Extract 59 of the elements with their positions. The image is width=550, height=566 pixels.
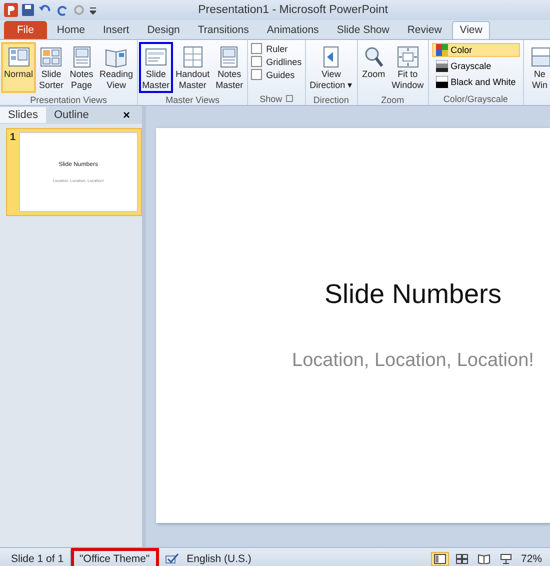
ribbon-tab[interactable]: Home bbox=[48, 21, 93, 39]
ribbon-button[interactable]: Fit to Window bbox=[388, 42, 427, 93]
group-label: Color/Grayscale bbox=[443, 94, 508, 104]
checkbox[interactable] bbox=[251, 56, 262, 67]
redo-icon[interactable] bbox=[56, 4, 68, 16]
window-title: Presentation1 - Microsoft PowerPoint bbox=[197, 4, 389, 16]
slide-number: 1 bbox=[10, 132, 16, 145]
language-status[interactable]: English (U.S.) bbox=[178, 551, 260, 566]
zoom-level[interactable]: 72% bbox=[514, 553, 548, 565]
status-text: "Office Theme" bbox=[70, 548, 159, 566]
sorter-icon bbox=[39, 45, 64, 69]
checkbox[interactable] bbox=[251, 69, 262, 80]
checkbox-label: Guides bbox=[266, 70, 295, 80]
checkbox[interactable] bbox=[251, 43, 262, 54]
ribbon-tab[interactable]: Review bbox=[399, 21, 450, 39]
checkbox-label: Gridlines bbox=[266, 56, 302, 66]
pane-tab[interactable]: Outline bbox=[46, 107, 97, 123]
save-icon[interactable] bbox=[22, 4, 34, 16]
fit-icon bbox=[396, 45, 420, 69]
ribbon-tab[interactable]: View bbox=[452, 21, 490, 39]
group-label: Presentation Views bbox=[30, 94, 107, 104]
file-tab[interactable]: File bbox=[4, 21, 47, 39]
ribbon-tab[interactable]: Animations bbox=[258, 21, 327, 39]
color-mode-button[interactable]: Color bbox=[432, 43, 520, 57]
ribbon-tab[interactable]: Design bbox=[139, 21, 188, 39]
group-label: Direction bbox=[313, 94, 349, 104]
ribbon-button[interactable]: Slide Master bbox=[139, 42, 173, 93]
ribbon-tab[interactable]: Insert bbox=[94, 21, 138, 39]
color-mode-button[interactable]: Grayscale bbox=[432, 59, 520, 73]
slide-title: Slide Numbers bbox=[324, 279, 502, 310]
ribbon-button[interactable]: Reading View bbox=[96, 42, 136, 93]
normal-icon bbox=[6, 45, 30, 69]
ribbon-tab[interactable]: Slide Show bbox=[328, 21, 398, 39]
app-logo-icon bbox=[4, 3, 18, 17]
pane-tab[interactable]: Slides bbox=[0, 107, 46, 123]
ribbon-button[interactable]: View Direction ▾ bbox=[306, 42, 356, 93]
dialog-launcher-icon[interactable] bbox=[286, 95, 294, 102]
slide-subtitle: Location, Location, Location! bbox=[292, 350, 534, 372]
group-label: Zoom bbox=[381, 94, 404, 104]
contrast-icon bbox=[436, 76, 448, 88]
customize-toolbar-icon[interactable] bbox=[90, 5, 96, 15]
palette-icon bbox=[436, 44, 448, 56]
spellcheck-icon[interactable] bbox=[164, 553, 179, 565]
group-label: Show bbox=[260, 94, 282, 104]
ribbon-button[interactable]: Handout Master bbox=[172, 42, 213, 93]
group-label: Master Views bbox=[166, 94, 220, 104]
ribbon-button[interactable]: Ne Win bbox=[524, 42, 550, 105]
shades-icon bbox=[436, 60, 448, 72]
ribbon-button[interactable]: Zoom bbox=[358, 42, 389, 93]
ribbon-tab[interactable]: Transitions bbox=[190, 21, 257, 39]
normal-view-button[interactable] bbox=[430, 552, 449, 566]
ribbon-button[interactable]: Notes Page bbox=[66, 42, 97, 93]
ribbon-button[interactable]: Notes Master bbox=[212, 42, 246, 93]
color-mode-button[interactable]: Black and White bbox=[432, 75, 520, 89]
ribbon-button[interactable]: Slide Sorter bbox=[36, 42, 67, 93]
ribbon-button[interactable]: Normal bbox=[1, 42, 36, 93]
status-text: Slide 1 of 1 bbox=[2, 548, 71, 566]
close-button[interactable]: × bbox=[116, 107, 136, 123]
checkbox-label: Ruler bbox=[266, 44, 288, 54]
